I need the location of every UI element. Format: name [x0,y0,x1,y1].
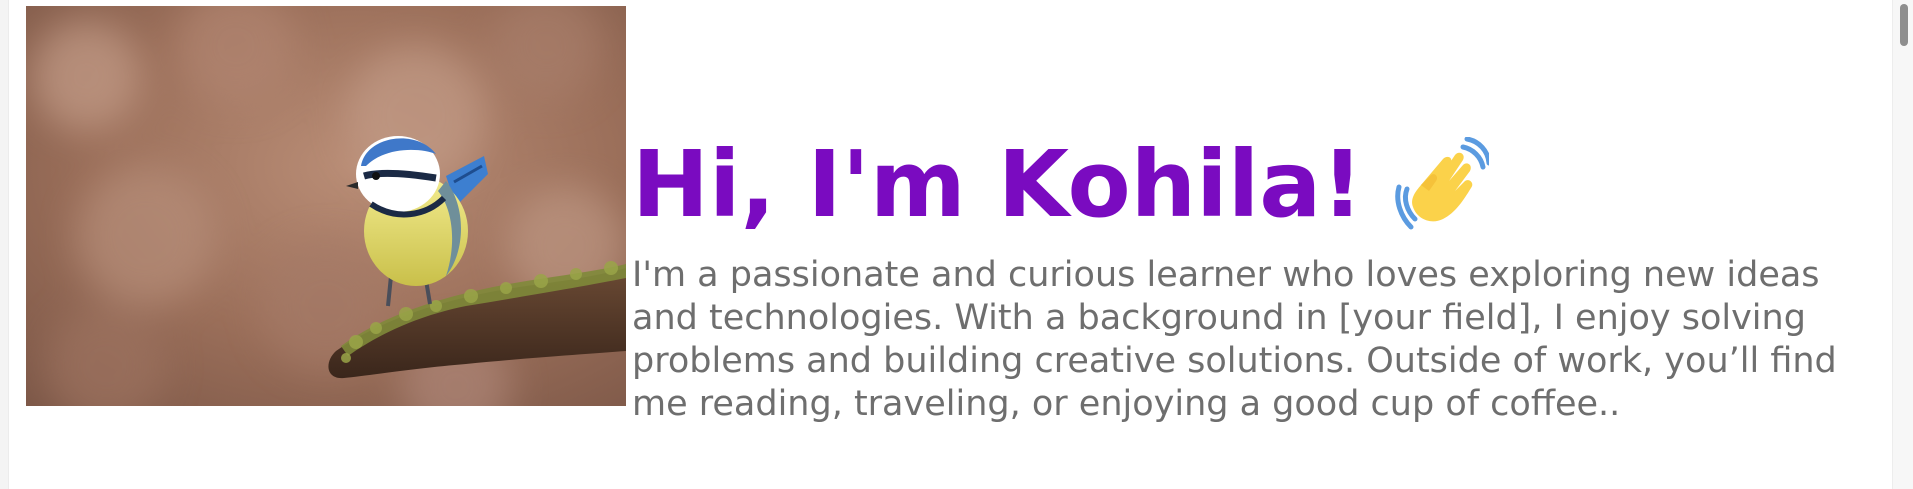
left-gutter [0,0,9,489]
scrollbar-thumb[interactable] [1900,4,1908,46]
page-title-text: Hi, I'm Kohila! [632,131,1364,238]
waving-hand-icon [1393,136,1492,233]
page-title: Hi, I'm Kohila! [632,130,1862,240]
hero-content: Hi, I'm Kohila! I'm a passionate and cur… [632,130,1862,426]
vertical-scrollbar[interactable] [1892,0,1913,489]
profile-photo [26,6,626,406]
bird-photo-illustration [26,6,626,406]
page: Hi, I'm Kohila! I'm a passionate and cur… [0,0,1913,489]
bio-text: I'm a passionate and curious learner who… [632,255,1837,424]
